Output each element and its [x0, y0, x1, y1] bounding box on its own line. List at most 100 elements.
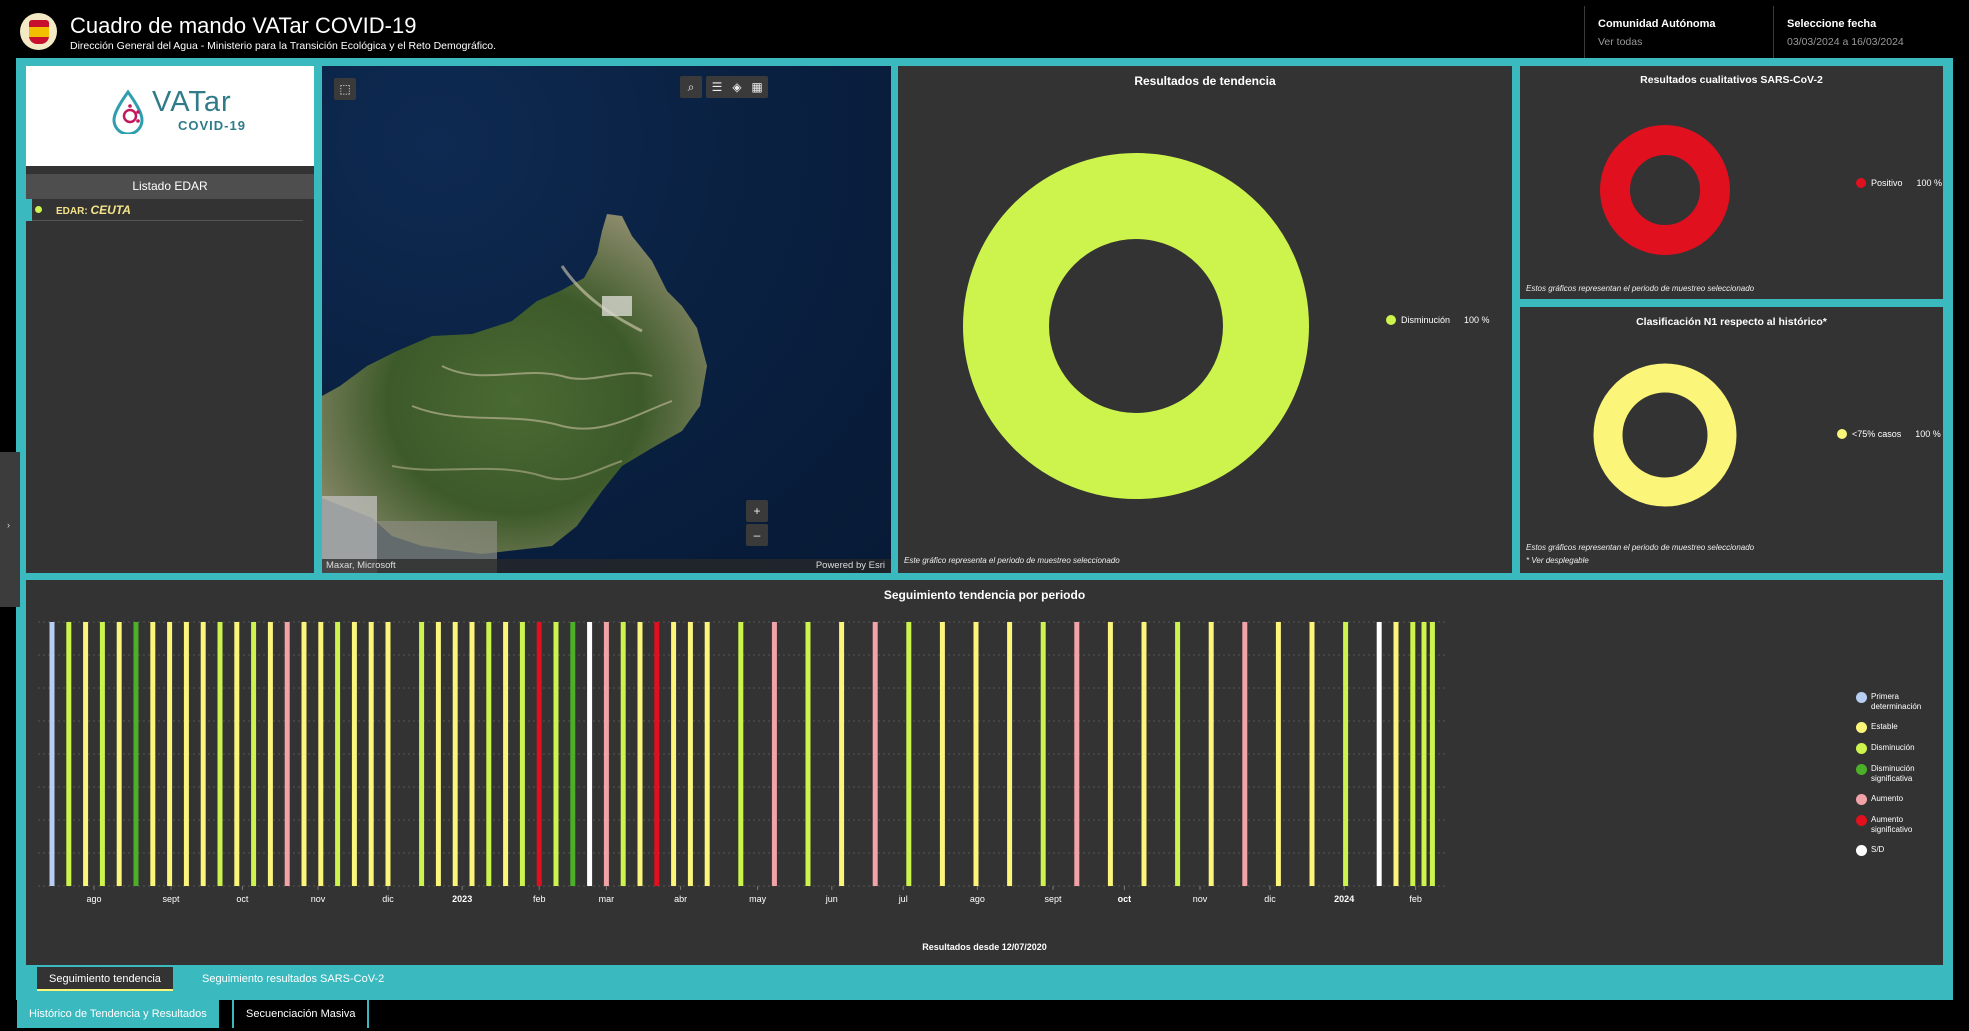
trend-legend-item[interactable]: Disminución 100 %: [1386, 315, 1490, 325]
trend-bar[interactable]: [419, 622, 425, 886]
trend-bar[interactable]: [1040, 622, 1046, 886]
trend-bar[interactable]: [368, 622, 374, 886]
trend-bar[interactable]: [805, 622, 811, 886]
trend-bar[interactable]: [839, 622, 845, 886]
search-icon[interactable]: ⌕: [680, 76, 702, 98]
trend-bar[interactable]: [385, 622, 391, 886]
trend-bar[interactable]: [1141, 622, 1147, 886]
list-icon[interactable]: ☰: [706, 76, 728, 98]
trend-bar[interactable]: [687, 622, 693, 886]
trend-bar[interactable]: [536, 622, 542, 886]
trend-bar[interactable]: [83, 622, 89, 886]
trend-bar[interactable]: [519, 622, 525, 886]
trend-bar[interactable]: [116, 622, 122, 886]
trend-bar[interactable]: [872, 622, 878, 886]
trend-bar[interactable]: [1429, 622, 1435, 886]
trend-bar[interactable]: [1074, 622, 1080, 886]
trend-bar[interactable]: [150, 622, 156, 886]
tab-seguimiento-tendencia[interactable]: Seguimiento tendencia: [37, 967, 173, 991]
trend-bar[interactable]: [435, 622, 441, 886]
layers-icon[interactable]: ◈: [726, 76, 748, 98]
date-value[interactable]: 03/03/2024 a 16/03/2024: [1787, 36, 1904, 48]
region-value[interactable]: Ver todas: [1598, 36, 1716, 48]
trend-bar[interactable]: [251, 622, 257, 886]
x-tick-label: 2024: [1334, 894, 1354, 904]
trend-bar[interactable]: [671, 622, 677, 886]
x-tick-label: ago: [970, 894, 985, 904]
trend-bar[interactable]: [167, 622, 173, 886]
trend-bar[interactable]: [486, 622, 492, 886]
trend-bar[interactable]: [771, 622, 777, 886]
trend-bar[interactable]: [637, 622, 643, 886]
trend-note: Este gráfico representa el periodo de mu…: [904, 556, 1120, 565]
trend-bar[interactable]: [1393, 622, 1399, 886]
trend-bar[interactable]: [183, 622, 189, 886]
trend-bar[interactable]: [1242, 622, 1248, 886]
trend-bar[interactable]: [973, 622, 979, 886]
tab-secuenciacion[interactable]: Secuenciación Masiva: [232, 1000, 370, 1028]
trend-bar[interactable]: [587, 622, 593, 886]
zoom-out-button[interactable]: –: [746, 524, 768, 546]
sars-note: Estos gráficos representan el periodo de…: [1526, 284, 1755, 293]
trend-bar[interactable]: [1309, 622, 1315, 886]
trend-bar[interactable]: [200, 622, 206, 886]
trend-bar[interactable]: [1410, 622, 1416, 886]
trend-bar[interactable]: [1208, 622, 1214, 886]
trend-bar[interactable]: [133, 622, 139, 886]
trend-bar[interactable]: [1107, 622, 1113, 886]
basemap-icon[interactable]: ▦: [746, 76, 768, 98]
trend-bar[interactable]: [704, 622, 710, 886]
trend-period-chart-panel: Seguimiento tendencia por periodo ago sep…: [26, 580, 1943, 965]
trend-bar[interactable]: [1175, 622, 1181, 886]
trend-bar[interactable]: [503, 622, 509, 886]
trend-bar[interactable]: [469, 622, 475, 886]
trend-bar[interactable]: [620, 622, 626, 886]
trend-bar[interactable]: [1007, 622, 1013, 886]
trend-bar[interactable]: [553, 622, 559, 886]
trend-bar[interactable]: [301, 622, 307, 886]
n1-legend-item[interactable]: <75% casos 100 %: [1837, 429, 1941, 439]
trend-bar[interactable]: [318, 622, 324, 886]
trend-bar[interactable]: [1421, 622, 1427, 886]
trend-bar[interactable]: [1275, 622, 1281, 886]
trend-bar[interactable]: [234, 622, 240, 886]
trend-bar[interactable]: [99, 622, 105, 886]
zoom-in-button[interactable]: +: [746, 500, 768, 522]
trend-bar[interactable]: [66, 622, 72, 886]
tab-seguimiento-sars[interactable]: Seguimiento resultados SARS-CoV-2: [190, 967, 396, 991]
map-credit-left: Maxar, Microsoft: [326, 560, 396, 571]
trend-bar[interactable]: [267, 622, 273, 886]
edar-list-item[interactable]: EDAR: CEUTA: [26, 199, 303, 221]
trend-bar[interactable]: [1376, 622, 1382, 886]
trend-bar[interactable]: [351, 622, 357, 886]
trend-bar[interactable]: [284, 622, 290, 886]
trend-bar[interactable]: [654, 622, 660, 886]
trend-bar[interactable]: [1343, 622, 1349, 886]
trend-bar[interactable]: [217, 622, 223, 886]
chart-legend-item[interactable]: S/D: [1856, 845, 1941, 856]
chart-legend-item[interactable]: Aumento significativo: [1856, 815, 1941, 835]
selection-indicator: [26, 199, 32, 221]
trend-bar[interactable]: [335, 622, 341, 886]
sars-legend-item[interactable]: Positivo 100 %: [1856, 178, 1942, 188]
select-icon[interactable]: ⬚: [334, 78, 356, 100]
region-selector[interactable]: Comunidad Autónoma Ver todas: [1598, 18, 1716, 48]
chart-legend-item[interactable]: Aumento: [1856, 794, 1941, 805]
map-view[interactable]: ⬚ ⌕ ☰ ◈ ▦ + – Maxar, Microsoft Powered b…: [322, 66, 891, 573]
edar-item-label: EDAR: CEUTA: [56, 203, 131, 217]
side-panel-toggle[interactable]: ›: [0, 452, 20, 607]
trend-bar[interactable]: [603, 622, 609, 886]
chart-legend-item[interactable]: Estable: [1856, 722, 1941, 733]
trend-bar[interactable]: [939, 622, 945, 886]
legend-swatch: [1386, 315, 1396, 325]
trend-bar[interactable]: [738, 622, 744, 886]
chart-legend-item[interactable]: Primera determinación: [1856, 692, 1941, 712]
chart-legend-item[interactable]: Disminución: [1856, 743, 1941, 754]
trend-bar[interactable]: [906, 622, 912, 886]
tab-historico[interactable]: Histórico de Tendencia y Resultados: [17, 1000, 219, 1028]
date-selector[interactable]: Seleccione fecha 03/03/2024 a 16/03/2024: [1787, 18, 1904, 48]
trend-bar[interactable]: [452, 622, 458, 886]
trend-bar[interactable]: [570, 622, 576, 886]
chart-legend-item[interactable]: Disminución significativa: [1856, 764, 1941, 784]
trend-bar[interactable]: [49, 622, 55, 886]
